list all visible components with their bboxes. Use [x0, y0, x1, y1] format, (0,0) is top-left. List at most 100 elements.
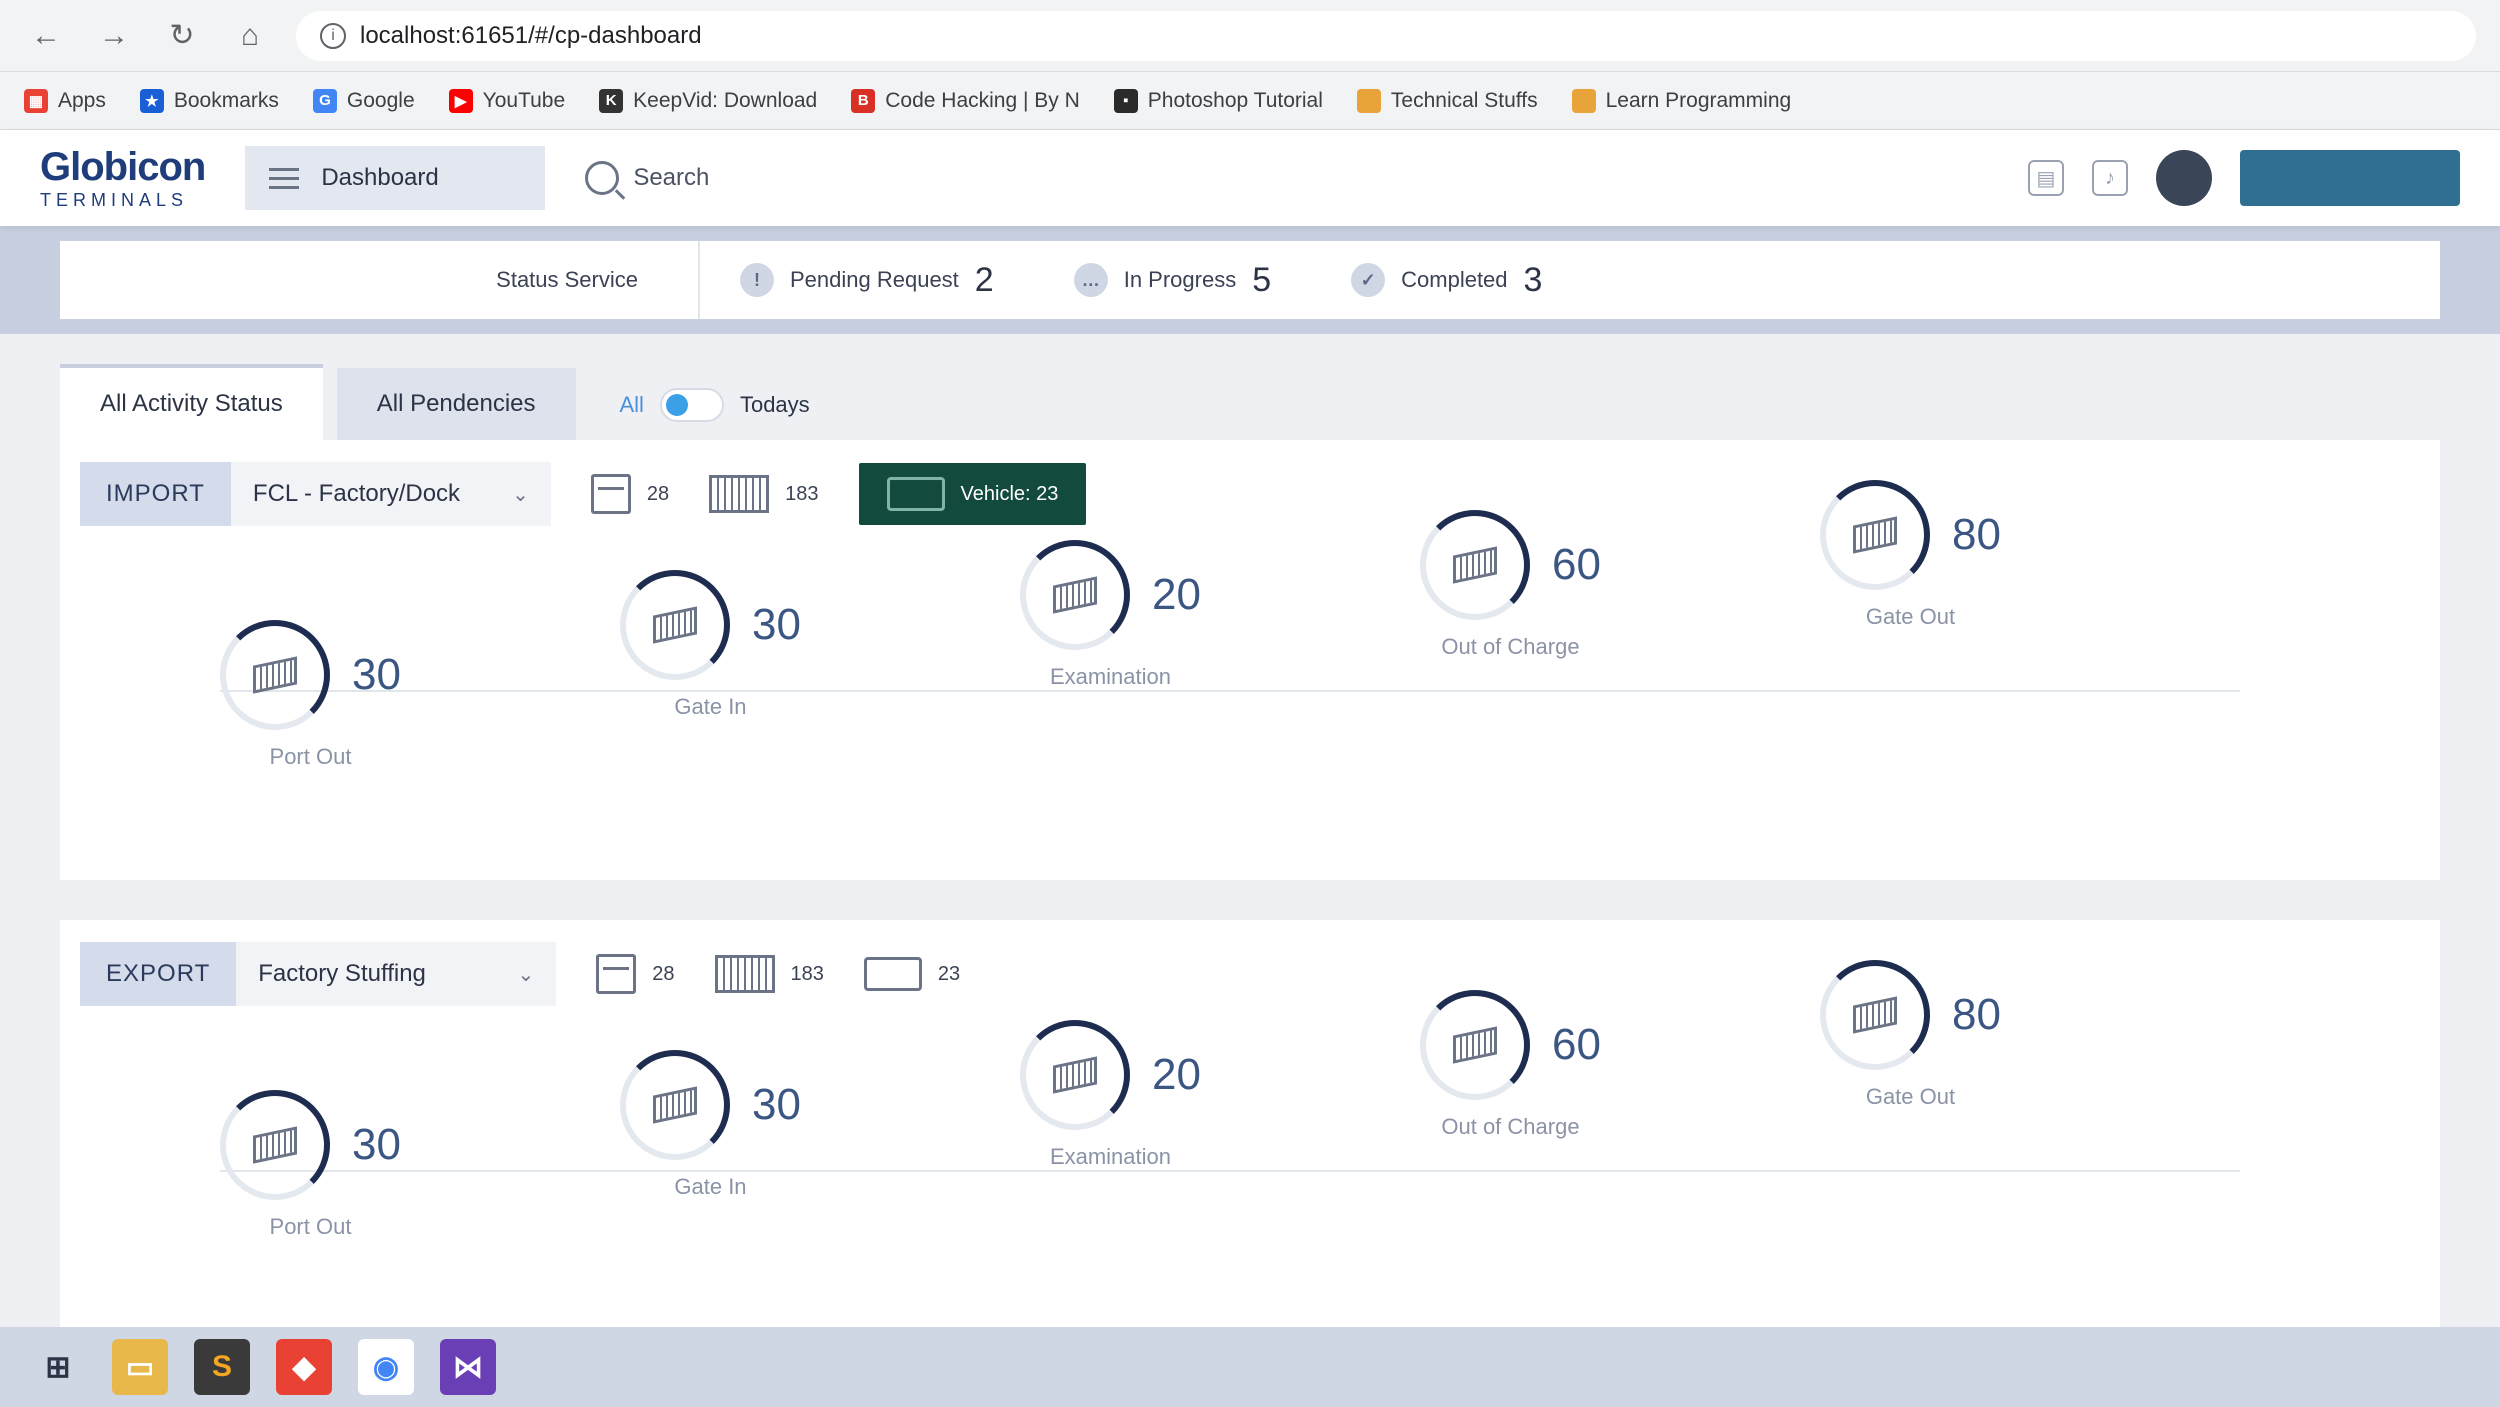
tabs-row: All Activity Status All Pendencies All T… — [60, 364, 2440, 440]
progress-ring — [220, 1090, 330, 1200]
import-stage-out-of-charge[interactable]: 60 Out of Charge — [1420, 510, 1601, 660]
menu-label: Dashboard — [321, 164, 439, 191]
progress-ring — [220, 620, 330, 730]
chevron-down-icon: ⌄ — [517, 963, 535, 986]
folder-icon — [1356, 88, 1381, 113]
progress-ring — [620, 1050, 730, 1160]
back-icon[interactable]: ← — [24, 14, 68, 58]
reload-icon[interactable]: ↻ — [160, 14, 204, 58]
import-mode-dropdown[interactable]: FCL - Factory/Dock ⌄ — [230, 462, 551, 526]
info-icon[interactable]: i — [320, 22, 346, 49]
import-stage-gate-out[interactable]: 80 Gate Out — [1820, 480, 2001, 630]
import-stage-gate-in[interactable]: 30 Gate In — [620, 570, 801, 720]
chevron-down-icon: ⌄ — [512, 483, 529, 506]
dashboard-menu-button[interactable]: Dashboard — [245, 146, 546, 210]
export-mode-value: Factory Stuffing — [258, 960, 426, 987]
export-mode-dropdown[interactable]: Factory Stuffing ⌄ — [236, 942, 557, 1006]
import-stage-line — [220, 690, 2240, 692]
date-toggle: All Todays — [620, 388, 810, 440]
import-mode-value: FCL - Factory/Dock — [252, 480, 461, 507]
status-band: Status Service ! Pending Request 2 … In … — [0, 226, 2500, 334]
globicon-logo[interactable]: Globicon TERMINALS — [40, 147, 206, 209]
export-stage-gate-out[interactable]: 80 Gate Out — [1820, 960, 2001, 1110]
export-vehicle-count[interactable]: 23 — [863, 957, 960, 991]
container-icon — [714, 955, 775, 993]
git-icon[interactable]: ◆ — [276, 1339, 332, 1395]
bookmark-technical[interactable]: Technical Stuffs — [1356, 88, 1538, 113]
export-stage-line — [220, 1170, 2240, 1172]
url-text: localhost:61651/#/cp-dashboard — [360, 21, 702, 49]
home-icon[interactable]: ⌂ — [228, 14, 272, 58]
export-mode-selector: EXPORT Factory Stuffing ⌄ — [80, 942, 557, 1006]
box-icon — [590, 474, 631, 514]
photoshop-icon: ▪ — [1113, 88, 1138, 113]
pending-request-stat[interactable]: ! Pending Request 2 — [700, 261, 1034, 300]
import-box-count[interactable]: 28 — [590, 474, 669, 514]
import-mode-selector: IMPORT FCL - Factory/Dock ⌄ — [80, 462, 551, 526]
import-stage-examination[interactable]: 20 Examination — [1020, 540, 1201, 690]
import-panel: IMPORT FCL - Factory/Dock ⌄ 28 183 Vehic… — [60, 440, 2440, 880]
import-vehicle-button[interactable]: Vehicle: 23 — [858, 463, 1087, 525]
bookmark-google[interactable]: G Google — [312, 88, 415, 113]
google-icon: G — [312, 88, 337, 113]
export-tag: EXPORT — [80, 942, 237, 1006]
header-actions: ▤ ♪ — [2028, 150, 2460, 206]
dashboard-content: All Activity Status All Pendencies All T… — [0, 334, 2500, 1407]
tab-all-pendencies[interactable]: All Pendencies — [336, 368, 576, 440]
app-header: Globicon TERMINALS Dashboard Search ▤ ♪ — [0, 130, 2500, 226]
search-button[interactable]: Search — [585, 161, 709, 195]
bookmark-bookmarks[interactable]: ★ Bookmarks — [139, 88, 279, 113]
keepvid-icon: K — [599, 88, 624, 113]
search-icon — [585, 161, 620, 195]
export-stage-port-out[interactable]: 30 Port Out — [220, 1090, 401, 1240]
box-icon — [596, 954, 637, 994]
progress-ring — [1020, 540, 1130, 650]
export-panel: EXPORT Factory Stuffing ⌄ 28 183 23 30 P… — [60, 920, 2440, 1340]
calendar-icon[interactable]: ▤ — [2028, 160, 2064, 196]
search-label: Search — [633, 164, 710, 191]
truck-icon — [863, 957, 922, 991]
bookmark-keepvid[interactable]: K KeepVid: Download — [599, 88, 817, 113]
progress-ring — [1420, 510, 1530, 620]
bookmark-learn-programming[interactable]: Learn Programming — [1571, 88, 1791, 113]
completed-stat[interactable]: ✓ Completed 3 — [1311, 261, 1582, 300]
switch-knob — [665, 394, 688, 416]
alert-icon: ! — [740, 263, 774, 297]
sublime-text-icon[interactable]: S — [194, 1339, 250, 1395]
progress-ring — [1420, 990, 1530, 1100]
youtube-icon: ▶ — [448, 88, 473, 113]
status-service-label: Status Service — [60, 241, 700, 319]
tab-all-activity-status[interactable]: All Activity Status — [60, 364, 323, 440]
star-icon: ★ — [139, 88, 164, 113]
visual-studio-icon[interactable]: ⋈ — [440, 1339, 496, 1395]
export-stage-gate-in[interactable]: 30 Gate In — [620, 1050, 801, 1200]
all-todays-switch[interactable] — [659, 388, 724, 422]
bookmark-photoshop[interactable]: ▪ Photoshop Tutorial — [1113, 88, 1323, 113]
in-progress-stat[interactable]: … In Progress 5 — [1034, 261, 1311, 300]
status-card: Status Service ! Pending Request 2 … In … — [60, 241, 2440, 319]
user-menu[interactable] — [2240, 150, 2460, 206]
code-hacking-icon: B — [851, 88, 876, 113]
export-stage-examination[interactable]: 20 Examination — [1020, 1020, 1201, 1170]
ellipsis-icon: … — [1073, 263, 1108, 297]
import-panel-header: IMPORT FCL - Factory/Dock ⌄ 28 183 Vehic… — [60, 440, 2440, 548]
import-container-count[interactable]: 183 — [709, 475, 819, 513]
chrome-icon[interactable]: ◉ — [358, 1339, 414, 1395]
bell-icon[interactable]: ♪ — [2092, 160, 2128, 196]
import-stage-port-out[interactable]: 30 Port Out — [220, 620, 401, 770]
export-stage-out-of-charge[interactable]: 60 Out of Charge — [1420, 990, 1601, 1140]
bookmark-apps[interactable]: ▦ Apps — [24, 88, 106, 113]
windows-start-icon[interactable]: ⊞ — [30, 1339, 86, 1395]
avatar[interactable] — [2156, 150, 2212, 206]
bookmark-code-hacking[interactable]: B Code Hacking | By N — [851, 88, 1080, 113]
export-panel-header: EXPORT Factory Stuffing ⌄ 28 183 23 — [60, 920, 2440, 1028]
export-box-count[interactable]: 28 — [596, 954, 675, 994]
check-icon: ✓ — [1351, 263, 1386, 297]
import-tag: IMPORT — [80, 462, 231, 526]
export-container-count[interactable]: 183 — [714, 955, 824, 993]
address-bar[interactable]: i localhost:61651/#/cp-dashboard — [296, 10, 2476, 61]
forward-icon[interactable]: → — [92, 14, 136, 58]
file-explorer-icon[interactable]: ▭ — [112, 1339, 168, 1395]
bookmark-youtube[interactable]: ▶ YouTube — [448, 88, 565, 113]
toggle-all-label: All — [619, 392, 644, 417]
